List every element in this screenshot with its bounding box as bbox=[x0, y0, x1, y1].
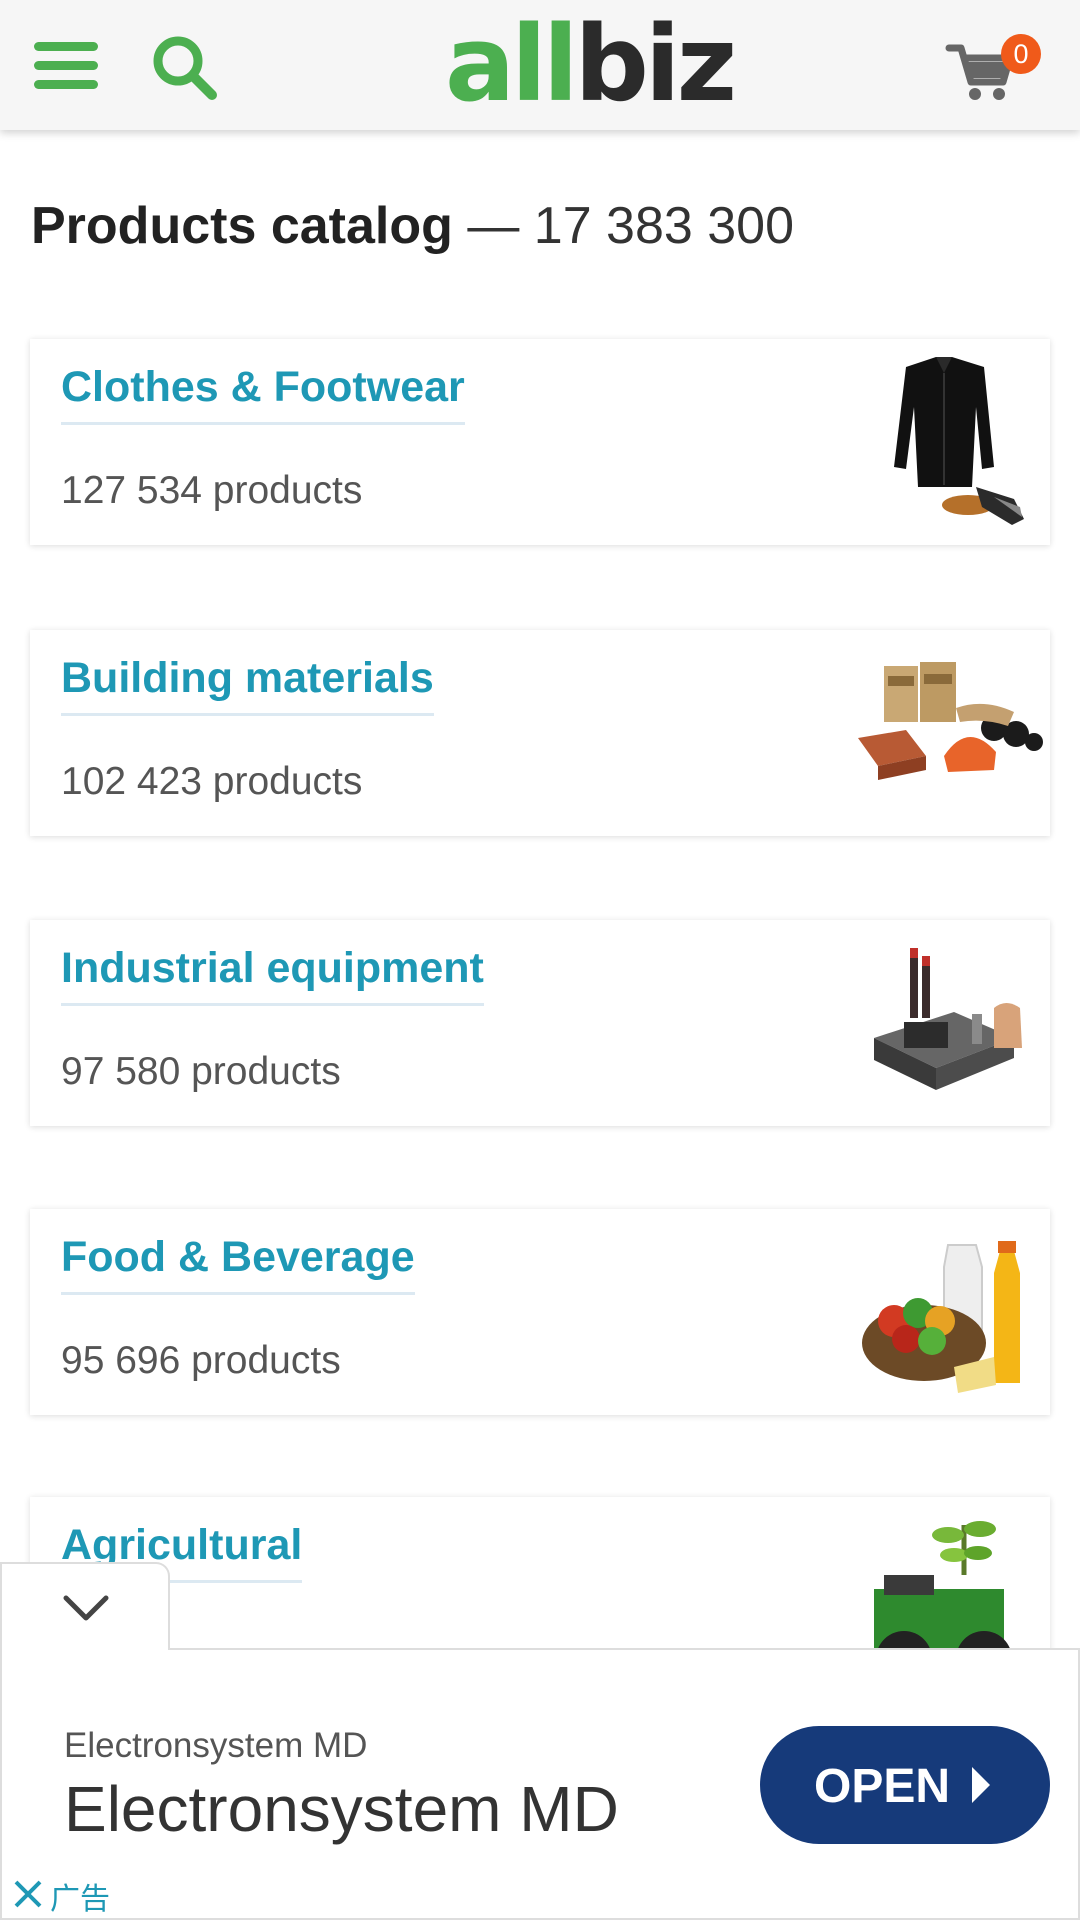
category-card-building-materials[interactable]: Building materials 102 423 products bbox=[30, 630, 1050, 836]
ad-label: 广告 bbox=[50, 1883, 110, 1916]
category-product-count: 102 423 products bbox=[61, 760, 363, 803]
chevron-down-icon bbox=[63, 1595, 109, 1621]
allbiz-logo[interactable]: allbiz bbox=[445, 12, 737, 116]
category-product-count: 97 580 products bbox=[61, 1050, 341, 1093]
hamburger-menu-icon bbox=[34, 42, 98, 89]
ad-open-label: OPEN bbox=[814, 1760, 951, 1813]
clothes-footwear-image bbox=[894, 357, 1024, 525]
ad-advertiser-name: Electronsystem MD bbox=[64, 1726, 368, 1765]
category-title[interactable]: Building materials bbox=[61, 654, 434, 716]
play-arrow-icon bbox=[972, 1767, 990, 1803]
menu-button[interactable] bbox=[30, 38, 102, 94]
page-title: Products catalog — 17 383 300 bbox=[31, 196, 794, 256]
search-icon bbox=[153, 36, 217, 100]
search-button[interactable] bbox=[150, 33, 220, 103]
ad-open-button[interactable]: OPEN bbox=[760, 1726, 1050, 1844]
category-title[interactable]: Clothes & Footwear bbox=[61, 363, 465, 425]
category-title[interactable]: Food & Beverage bbox=[61, 1233, 415, 1295]
category-product-count: 95 696 products bbox=[61, 1339, 341, 1382]
logo-part-biz: biz bbox=[574, 3, 737, 125]
industrial-equipment-image bbox=[874, 948, 1022, 1090]
category-card-food-beverage[interactable]: Food & Beverage 95 696 products bbox=[30, 1209, 1050, 1415]
logo-part-all: all bbox=[445, 3, 578, 125]
food-beverage-image bbox=[862, 1241, 1020, 1393]
category-card-clothes-footwear[interactable]: Clothes & Footwear 127 534 products bbox=[30, 339, 1050, 545]
close-icon[interactable] bbox=[12, 1878, 44, 1910]
catalog-total-count: — 17 383 300 bbox=[452, 197, 795, 255]
category-title[interactable]: Industrial equipment bbox=[61, 944, 484, 1006]
page-title-label: Products catalog bbox=[31, 197, 453, 255]
ad-collapse-toggle[interactable] bbox=[0, 1562, 170, 1650]
ad-headline: Electronsystem MD bbox=[64, 1773, 619, 1845]
building-materials-image bbox=[858, 662, 1043, 780]
category-card-industrial-equipment[interactable]: Industrial equipment 97 580 products bbox=[30, 920, 1050, 1126]
top-header: allbiz 0 bbox=[0, 0, 1080, 130]
cart-count-badge: 0 bbox=[1001, 34, 1041, 74]
category-product-count: 127 534 products bbox=[61, 469, 363, 512]
ad-banner[interactable]: Electronsystem MD Electronsystem MD OPEN… bbox=[0, 1648, 1080, 1920]
